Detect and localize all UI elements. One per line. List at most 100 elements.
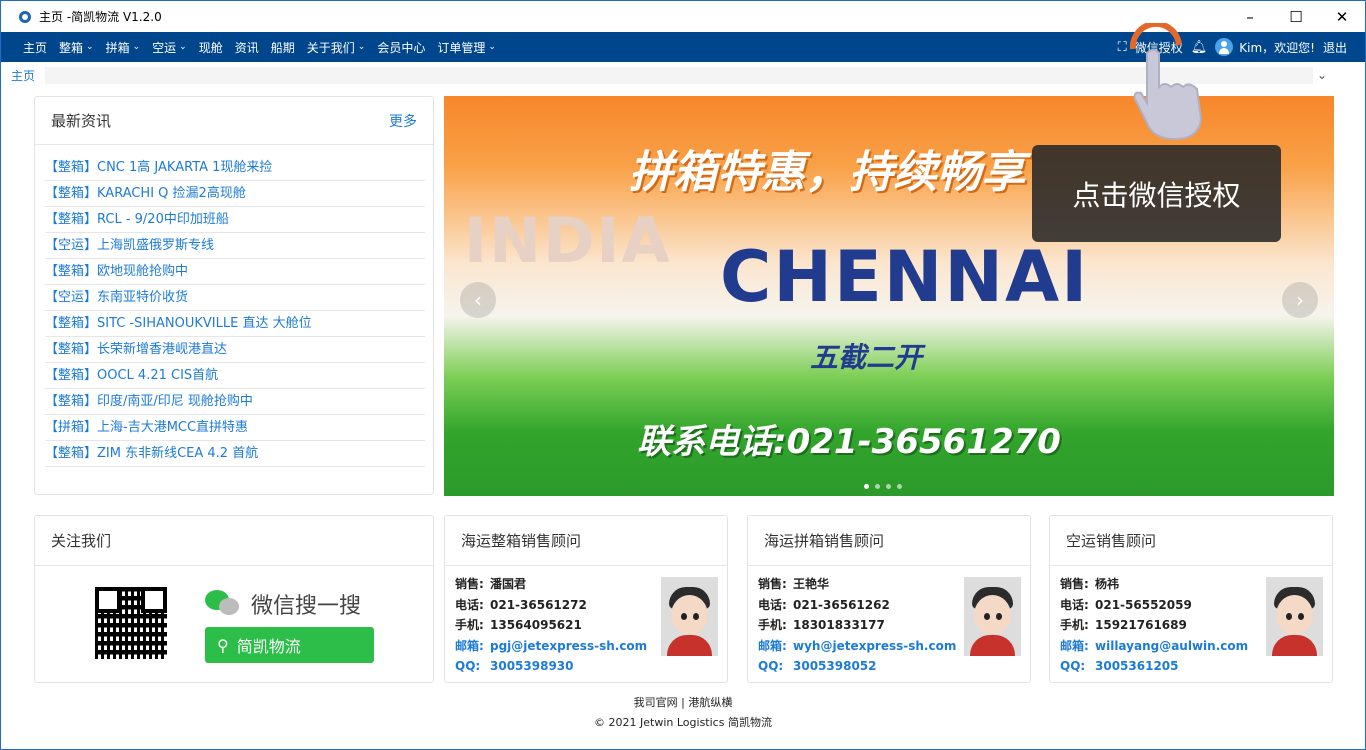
news-item[interactable]: 【整箱】ZIM 东非新线CEA 4.2 首航 (45, 441, 425, 467)
nav-about[interactable]: 关于我们 ⌄ (303, 32, 370, 62)
avatar (661, 577, 718, 656)
sales-mobile: 13564095621 (490, 618, 582, 632)
sales-card-lcl: 海运拼箱销售顾问 销售: 王艳华 电话: 021-36561262 手机: 18301… (747, 515, 1031, 683)
follow-title: 关注我们 (35, 516, 433, 566)
nav-home[interactable]: 主页 (19, 32, 51, 62)
sales-email[interactable]: wyh@jetexpress-sh.com (793, 639, 956, 653)
window-title: 主页 -简凯物流 V1.2.0 (39, 10, 162, 24)
user-menu[interactable]: Kim，欢迎您! (1215, 38, 1315, 56)
nav-label: 现舱 (198, 40, 223, 55)
news-item[interactable]: 【整箱】长荣新增香港岘港直达 (45, 337, 425, 363)
tab-strip (45, 67, 1313, 84)
carousel-dot[interactable] (875, 484, 880, 489)
nav-air[interactable]: 空运 ⌄ (148, 32, 191, 62)
label: 手机: (758, 618, 787, 632)
news-item[interactable]: 【整箱】RCL - 9/20中印加班船 (45, 207, 425, 233)
wechat-search-button[interactable]: ⚲ 简凯物流 (205, 627, 374, 663)
news-header: 最新资讯 更多 (35, 97, 433, 145)
label: 电话: (1060, 597, 1089, 612)
label: 电话: (758, 597, 787, 612)
carousel-prev-button[interactable]: ‹ (460, 282, 496, 318)
footer-copyright: © 2021 Jetwin Logistics 简凯物流 (594, 716, 772, 729)
label: 邮箱: (1060, 638, 1089, 653)
footer: 我司官网 | 港航纵横 © 2021 Jetwin Logistics 简凯物流 (1, 693, 1365, 733)
user-greeting: Kim，欢迎您! (1239, 40, 1315, 55)
sales-mobile: 15921761689 (1095, 618, 1187, 632)
carousel-dot[interactable] (886, 484, 891, 489)
news-more-link[interactable]: 更多 (389, 111, 417, 131)
chevron-down-icon: ⌄ (357, 42, 366, 52)
qr-code-icon (95, 587, 167, 659)
nav-schedule[interactable]: 船期 (267, 32, 299, 62)
banner-promo: 拼箱特惠，持续畅享 (629, 147, 1025, 198)
close-button[interactable]: ✕ (1319, 1, 1365, 32)
news-item[interactable]: 【空运】上海凯盛俄罗斯专线 (45, 233, 425, 259)
nav-news[interactable]: 资讯 (231, 32, 263, 62)
app-logo-icon (17, 9, 33, 25)
wechat-search-label: 微信搜一搜 (251, 594, 362, 619)
wechat-icon (205, 590, 241, 618)
window-controls: – ☐ ✕ (1227, 1, 1365, 32)
news-item[interactable]: 【整箱】欧地现舱抢购中 (45, 259, 425, 285)
nav-orders[interactable]: 订单管理 ⌄ (433, 32, 500, 62)
sales-card-title: 海运拼箱销售顾问 (748, 516, 1030, 566)
nav-label: 整箱 (59, 40, 84, 55)
chevron-down-icon[interactable]: ⌄ (1317, 68, 1327, 82)
news-panel: 最新资讯 更多 【整箱】CNC 1高 JAKARTA 1现舱来捡 【整箱】KAR… (34, 96, 434, 495)
sales-tel: 021-36561262 (793, 597, 890, 612)
sales-card-fcl: 海运整箱销售顾问 销售: 潘国君 电话: 021-36561272 手机: 13564… (444, 515, 728, 683)
nav-label: 资讯 (234, 40, 259, 55)
sales-email[interactable]: willayang@aulwin.com (1095, 639, 1248, 653)
chevron-down-icon: ⌄ (488, 42, 496, 52)
nav-label: 会员中心 (377, 40, 426, 55)
sales-qq[interactable]: 3005361205 (1095, 659, 1179, 673)
news-item[interactable]: 【整箱】OOCL 4.21 CIS首航 (45, 363, 425, 389)
nav-fcl[interactable]: 整箱 ⌄ (55, 32, 98, 62)
sales-qq[interactable]: 3005398930 (490, 659, 574, 673)
label: 销售: (455, 577, 484, 591)
label: 销售: (1060, 577, 1089, 591)
nav-lcl[interactable]: 拼箱 ⌄ (102, 32, 145, 62)
search-button-label: 简凯物流 (236, 637, 301, 656)
sales-tel: 021-36561272 (490, 597, 587, 612)
pointing-hand-icon (1129, 23, 1203, 141)
follow-us-card: 关注我们 微信搜一搜 ⚲ 简凯物流 (34, 515, 434, 683)
sales-tel: 021-56552059 (1095, 597, 1192, 612)
tab-home[interactable]: 主页 (11, 67, 35, 84)
label: QQ: (455, 659, 481, 673)
news-list: 【整箱】CNC 1高 JAKARTA 1现舱来捡 【整箱】KARACHI Q 捡… (35, 145, 433, 467)
label: 手机: (1060, 618, 1089, 632)
chevron-down-icon: ⌄ (86, 42, 94, 52)
label: QQ: (1060, 659, 1086, 673)
news-item[interactable]: 【整箱】KARACHI Q 捡漏2高现舱 (45, 181, 425, 207)
label: 电话: (455, 597, 484, 612)
wechat-search-row: 微信搜一搜 (205, 588, 361, 620)
news-item[interactable]: 【空运】东南亚特价收货 (45, 285, 425, 311)
nav-spot-space[interactable]: 现舱 (195, 32, 227, 62)
sales-info: 销售: 杨祎 电话: 021-56552059 手机: 15921761689 邮箱:… (1060, 574, 1248, 677)
footer-links[interactable]: 我司官网 | 港航纵横 (1, 693, 1365, 713)
carousel-dot[interactable] (864, 484, 869, 489)
sales-name: 王艳华 (793, 577, 830, 591)
minimize-button[interactable]: – (1227, 1, 1273, 32)
nav-label: 拼箱 (105, 40, 130, 55)
nav-label: 关于我们 (306, 40, 355, 55)
app-window: 主页 -简凯物流 V1.2.0 – ☐ ✕ 主页 整箱 ⌄ 拼箱 ⌄ 空运 ⌄ 现舱 … (0, 0, 1366, 750)
news-item[interactable]: 【拼箱】上海-吉大港MCC直拼特惠 (45, 415, 425, 441)
sales-email[interactable]: pgj@jetexpress-sh.com (490, 639, 647, 653)
nav-member[interactable]: 会员中心 (373, 32, 429, 62)
maximize-button[interactable]: ☐ (1273, 1, 1319, 32)
label: QQ: (758, 659, 784, 673)
news-item[interactable]: 【整箱】CNC 1高 JAKARTA 1现舱来捡 (45, 155, 425, 181)
carousel-dot[interactable] (897, 484, 902, 489)
sales-name: 杨祎 (1095, 577, 1120, 591)
sales-qq[interactable]: 3005398052 (793, 659, 877, 673)
banner-city: CHENNAI (720, 236, 1090, 318)
label: 销售: (758, 577, 787, 591)
label: 邮箱: (758, 638, 787, 653)
avatar (1266, 577, 1323, 656)
logout-link[interactable]: 退出 (1323, 39, 1347, 56)
news-item[interactable]: 【整箱】印度/南亚/印尼 现舱抢购中 (45, 389, 425, 415)
news-item[interactable]: 【整箱】SITC -SIHANOUKVILLE 直达 大舱位 (45, 311, 425, 337)
carousel-next-button[interactable]: › (1282, 282, 1318, 318)
